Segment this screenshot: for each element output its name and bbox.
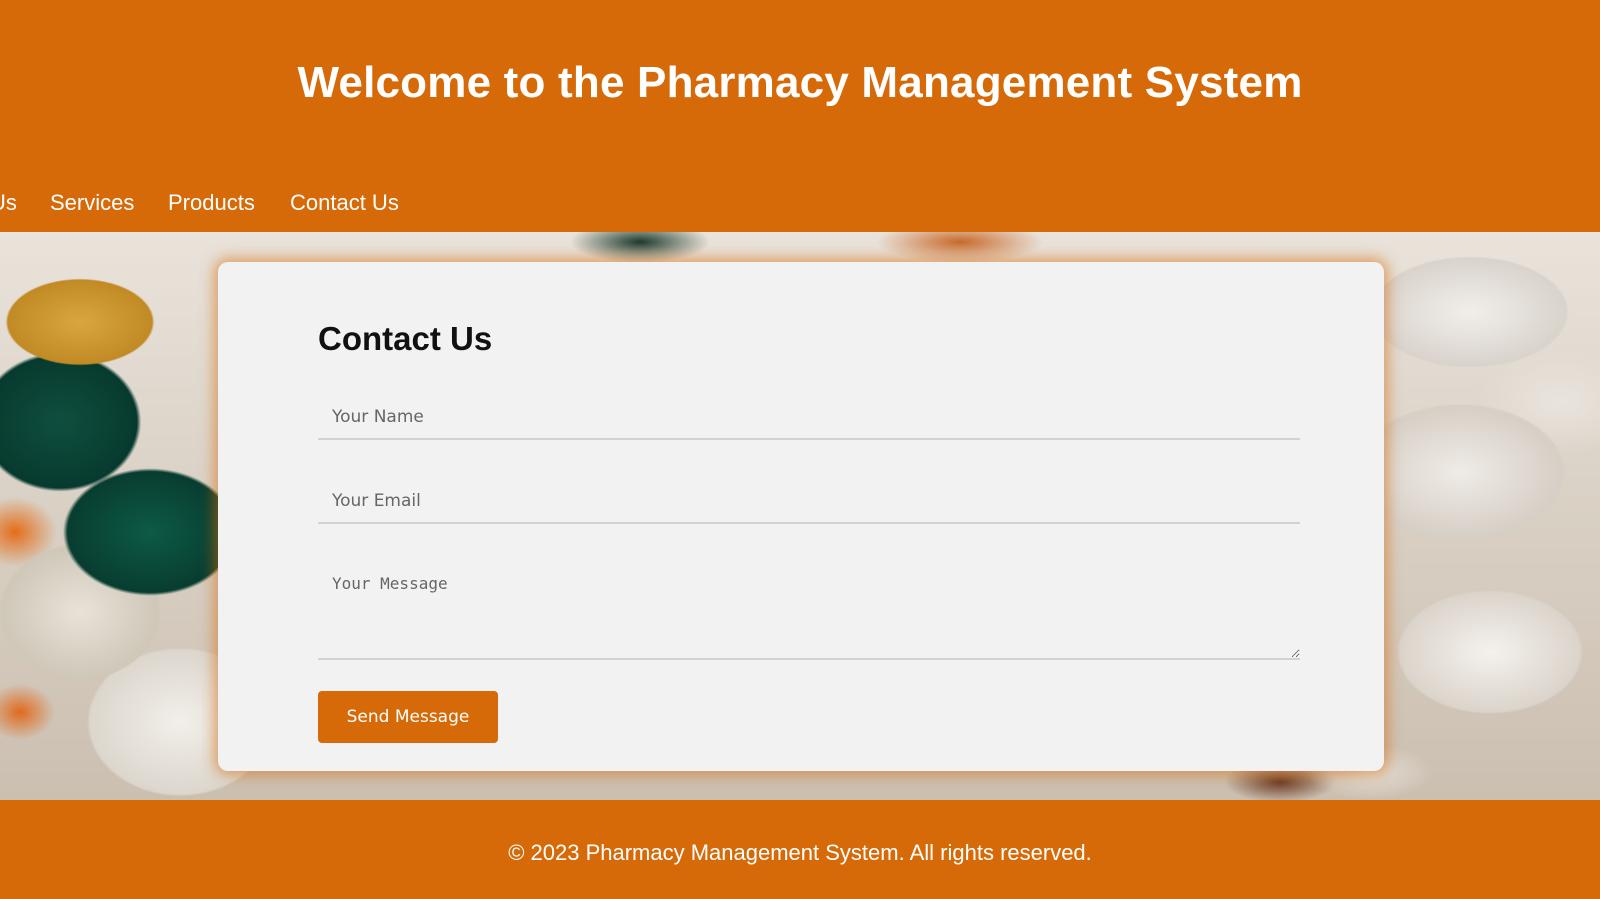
nav-item-services[interactable]: Services	[50, 190, 134, 216]
message-textarea[interactable]	[318, 562, 1300, 660]
nav-item-about-us[interactable]: Us	[0, 190, 17, 216]
name-input[interactable]	[318, 396, 1300, 440]
contact-card: Contact Us Send Message	[218, 262, 1384, 771]
site-title: Welcome to the Pharmacy Management Syste…	[297, 58, 1303, 107]
main-nav: Us Services Products Contact Us	[0, 190, 1600, 220]
nav-item-products[interactable]: Products	[168, 190, 255, 216]
copyright-text: © 2023 Pharmacy Management System. All r…	[508, 840, 1092, 865]
contact-heading: Contact Us	[318, 320, 493, 357]
email-input[interactable]	[318, 480, 1300, 524]
site-footer: © 2023 Pharmacy Management System. All r…	[0, 800, 1600, 899]
send-message-button[interactable]: Send Message	[318, 691, 498, 743]
site-header: Welcome to the Pharmacy Management Syste…	[0, 0, 1600, 232]
nav-item-contact-us[interactable]: Contact Us	[290, 190, 399, 216]
